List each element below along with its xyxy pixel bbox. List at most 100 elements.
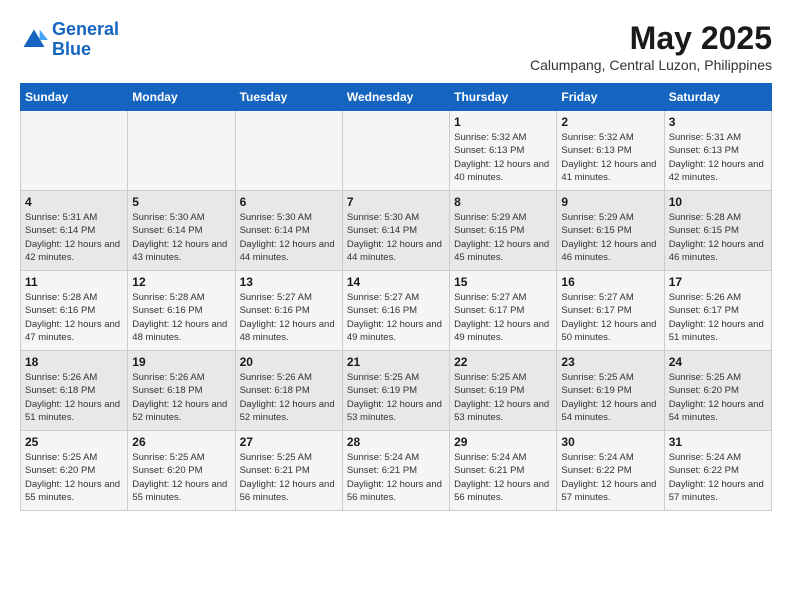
day-number: 2 xyxy=(561,115,659,129)
calendar-header: SundayMondayTuesdayWednesdayThursdayFrid… xyxy=(21,84,772,111)
calendar-week-5: 25 Sunrise: 5:25 AM Sunset: 6:20 PM Dayli… xyxy=(21,431,772,511)
day-number: 6 xyxy=(240,195,338,209)
logo: General Blue xyxy=(20,20,119,60)
day-number: 20 xyxy=(240,355,338,369)
calendar-cell: 15Sunrise: 5:27 AM Sunset: 6:17 PM Dayli… xyxy=(450,271,557,351)
calendar-cell: 22 Sunrise: 5:25 AM Sunset: 6:19 PM Dayli… xyxy=(450,351,557,431)
calendar-body: 1 Sunrise: 5:32 AM Sunset: 6:13 PM Daylig… xyxy=(21,111,772,511)
calendar-cell: 10 Sunrise: 5:28 AM Sunset: 6:15 PM Dayli… xyxy=(664,191,771,271)
day-info: Sunrise: 5:32 AM Sunset: 6:13 PM Dayligh… xyxy=(454,131,552,184)
day-number: 30 xyxy=(561,435,659,449)
calendar-cell: 11 Sunrise: 5:28 AM Sunset: 6:16 PM Dayli… xyxy=(21,271,128,351)
day-info: Sunrise: 5:26 AM Sunset: 6:18 PM Dayligh… xyxy=(25,371,123,424)
logo-text: General Blue xyxy=(52,20,119,60)
calendar-cell: 2 Sunrise: 5:32 AM Sunset: 6:13 PM Daylig… xyxy=(557,111,664,191)
day-info: Sunrise: 5:25 AM Sunset: 6:19 PM Dayligh… xyxy=(561,371,659,424)
day-info: Sunrise: 5:28 AM Sunset: 6:16 PM Dayligh… xyxy=(25,291,123,344)
day-info: Sunrise: 5:25 AM Sunset: 6:19 PM Dayligh… xyxy=(454,371,552,424)
month-title: May 2025 xyxy=(530,20,772,57)
calendar-cell: 23Sunrise: 5:25 AM Sunset: 6:19 PM Dayli… xyxy=(557,351,664,431)
day-number: 1 xyxy=(454,115,552,129)
title-block: May 2025 Calumpang, Central Luzon, Phili… xyxy=(530,20,772,73)
logo-icon xyxy=(20,26,48,54)
day-number: 5 xyxy=(132,195,230,209)
day-number: 15 xyxy=(454,275,552,289)
day-number: 31 xyxy=(669,435,767,449)
day-info: Sunrise: 5:26 AM Sunset: 6:18 PM Dayligh… xyxy=(240,371,338,424)
calendar-cell: 1 Sunrise: 5:32 AM Sunset: 6:13 PM Daylig… xyxy=(450,111,557,191)
calendar-cell: 26Sunrise: 5:25 AM Sunset: 6:20 PM Dayli… xyxy=(128,431,235,511)
day-info: Sunrise: 5:27 AM Sunset: 6:16 PM Dayligh… xyxy=(347,291,445,344)
calendar-week-2: 4 Sunrise: 5:31 AM Sunset: 6:14 PM Daylig… xyxy=(21,191,772,271)
day-info: Sunrise: 5:24 AM Sunset: 6:21 PM Dayligh… xyxy=(454,451,552,504)
day-info: Sunrise: 5:30 AM Sunset: 6:14 PM Dayligh… xyxy=(240,211,338,264)
day-number: 24 xyxy=(669,355,767,369)
calendar-cell: 6 Sunrise: 5:30 AM Sunset: 6:14 PM Daylig… xyxy=(235,191,342,271)
day-number: 9 xyxy=(561,195,659,209)
calendar-cell: 13Sunrise: 5:27 AM Sunset: 6:16 PM Dayli… xyxy=(235,271,342,351)
day-number: 18 xyxy=(25,355,123,369)
day-number: 27 xyxy=(240,435,338,449)
day-header-tuesday: Tuesday xyxy=(235,84,342,111)
day-number: 28 xyxy=(347,435,445,449)
day-info: Sunrise: 5:25 AM Sunset: 6:20 PM Dayligh… xyxy=(25,451,123,504)
calendar-table: SundayMondayTuesdayWednesdayThursdayFrid… xyxy=(20,83,772,511)
calendar-cell xyxy=(128,111,235,191)
day-number: 22 xyxy=(454,355,552,369)
day-info: Sunrise: 5:27 AM Sunset: 6:17 PM Dayligh… xyxy=(561,291,659,344)
day-info: Sunrise: 5:29 AM Sunset: 6:15 PM Dayligh… xyxy=(561,211,659,264)
calendar-cell: 25 Sunrise: 5:25 AM Sunset: 6:20 PM Dayli… xyxy=(21,431,128,511)
calendar-cell: 7Sunrise: 5:30 AM Sunset: 6:14 PM Daylig… xyxy=(342,191,449,271)
day-number: 10 xyxy=(669,195,767,209)
day-number: 17 xyxy=(669,275,767,289)
calendar-cell xyxy=(342,111,449,191)
calendar-cell: 27 Sunrise: 5:25 AM Sunset: 6:21 PM Dayli… xyxy=(235,431,342,511)
calendar-cell: 4 Sunrise: 5:31 AM Sunset: 6:14 PM Daylig… xyxy=(21,191,128,271)
location: Calumpang, Central Luzon, Philippines xyxy=(530,57,772,73)
calendar-cell: 21Sunrise: 5:25 AM Sunset: 6:19 PM Dayli… xyxy=(342,351,449,431)
day-info: Sunrise: 5:25 AM Sunset: 6:20 PM Dayligh… xyxy=(132,451,230,504)
calendar-cell: 28 Sunrise: 5:24 AM Sunset: 6:21 PM Dayli… xyxy=(342,431,449,511)
day-number: 12 xyxy=(132,275,230,289)
day-info: Sunrise: 5:28 AM Sunset: 6:15 PM Dayligh… xyxy=(669,211,767,264)
calendar-week-1: 1 Sunrise: 5:32 AM Sunset: 6:13 PM Daylig… xyxy=(21,111,772,191)
day-info: Sunrise: 5:29 AM Sunset: 6:15 PM Dayligh… xyxy=(454,211,552,264)
day-info: Sunrise: 5:24 AM Sunset: 6:21 PM Dayligh… xyxy=(347,451,445,504)
day-info: Sunrise: 5:26 AM Sunset: 6:17 PM Dayligh… xyxy=(669,291,767,344)
calendar-cell: 16 Sunrise: 5:27 AM Sunset: 6:17 PM Dayli… xyxy=(557,271,664,351)
day-header-saturday: Saturday xyxy=(664,84,771,111)
calendar-cell: 3Sunrise: 5:31 AM Sunset: 6:13 PM Daylig… xyxy=(664,111,771,191)
day-number: 21 xyxy=(347,355,445,369)
calendar-week-4: 18 Sunrise: 5:26 AM Sunset: 6:18 PM Dayli… xyxy=(21,351,772,431)
calendar-cell: 30 Sunrise: 5:24 AM Sunset: 6:22 PM Dayli… xyxy=(557,431,664,511)
day-header-friday: Friday xyxy=(557,84,664,111)
day-info: Sunrise: 5:25 AM Sunset: 6:20 PM Dayligh… xyxy=(669,371,767,424)
day-number: 8 xyxy=(454,195,552,209)
calendar-cell: 18 Sunrise: 5:26 AM Sunset: 6:18 PM Dayli… xyxy=(21,351,128,431)
calendar-cell xyxy=(235,111,342,191)
day-number: 11 xyxy=(25,275,123,289)
day-number: 14 xyxy=(347,275,445,289)
day-header-sunday: Sunday xyxy=(21,84,128,111)
day-number: 25 xyxy=(25,435,123,449)
day-number: 16 xyxy=(561,275,659,289)
day-number: 13 xyxy=(240,275,338,289)
calendar-cell: 9 Sunrise: 5:29 AM Sunset: 6:15 PM Daylig… xyxy=(557,191,664,271)
day-number: 29 xyxy=(454,435,552,449)
day-info: Sunrise: 5:24 AM Sunset: 6:22 PM Dayligh… xyxy=(561,451,659,504)
logo-line1: General xyxy=(52,19,119,39)
day-number: 19 xyxy=(132,355,230,369)
day-info: Sunrise: 5:31 AM Sunset: 6:14 PM Dayligh… xyxy=(25,211,123,264)
calendar-cell: 24 Sunrise: 5:25 AM Sunset: 6:20 PM Dayli… xyxy=(664,351,771,431)
logo-line2: Blue xyxy=(52,39,91,59)
calendar-cell: 14 Sunrise: 5:27 AM Sunset: 6:16 PM Dayli… xyxy=(342,271,449,351)
day-number: 7 xyxy=(347,195,445,209)
calendar-cell: 20 Sunrise: 5:26 AM Sunset: 6:18 PM Dayli… xyxy=(235,351,342,431)
calendar-week-3: 11 Sunrise: 5:28 AM Sunset: 6:16 PM Dayli… xyxy=(21,271,772,351)
day-header-thursday: Thursday xyxy=(450,84,557,111)
day-header-monday: Monday xyxy=(128,84,235,111)
day-info: Sunrise: 5:25 AM Sunset: 6:21 PM Dayligh… xyxy=(240,451,338,504)
calendar-cell: 19Sunrise: 5:26 AM Sunset: 6:18 PM Dayli… xyxy=(128,351,235,431)
day-number: 4 xyxy=(25,195,123,209)
day-info: Sunrise: 5:32 AM Sunset: 6:13 PM Dayligh… xyxy=(561,131,659,184)
